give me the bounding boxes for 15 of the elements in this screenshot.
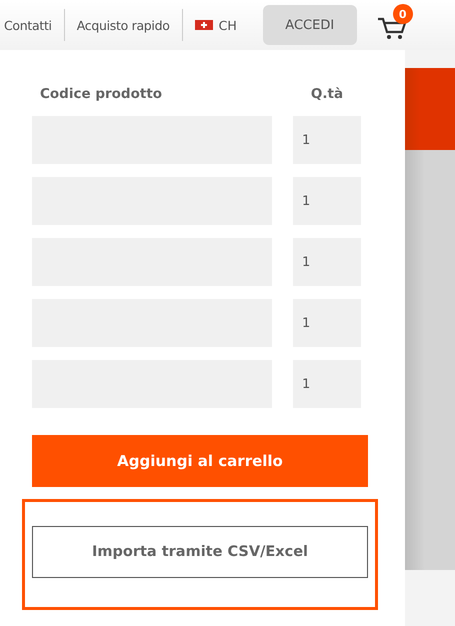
add-to-cart-button[interactable]: Aggiungi al carrello xyxy=(32,435,368,487)
import-csv-button[interactable]: Importa tramite CSV/Excel xyxy=(32,526,368,578)
quantity-field[interactable]: 1 xyxy=(293,238,361,286)
quantity-field[interactable]: 1 xyxy=(293,177,361,225)
cart-count-badge: 0 xyxy=(392,4,413,24)
login-button[interactable]: ACCEDI xyxy=(262,5,357,45)
nav-link[interactable]: Acquisto rapido xyxy=(76,18,170,32)
column-header: Q.tà xyxy=(310,86,344,102)
quantity-field[interactable]: 1 xyxy=(293,360,361,408)
quantity-field[interactable]: 1 xyxy=(293,299,361,347)
quantity-field[interactable]: 1 xyxy=(293,116,361,164)
locale-link[interactable]: CH xyxy=(194,18,237,32)
column-header: Codice prodotto xyxy=(39,86,164,102)
flag-icon xyxy=(194,20,213,30)
nav-link[interactable]: Contatti xyxy=(4,18,52,32)
